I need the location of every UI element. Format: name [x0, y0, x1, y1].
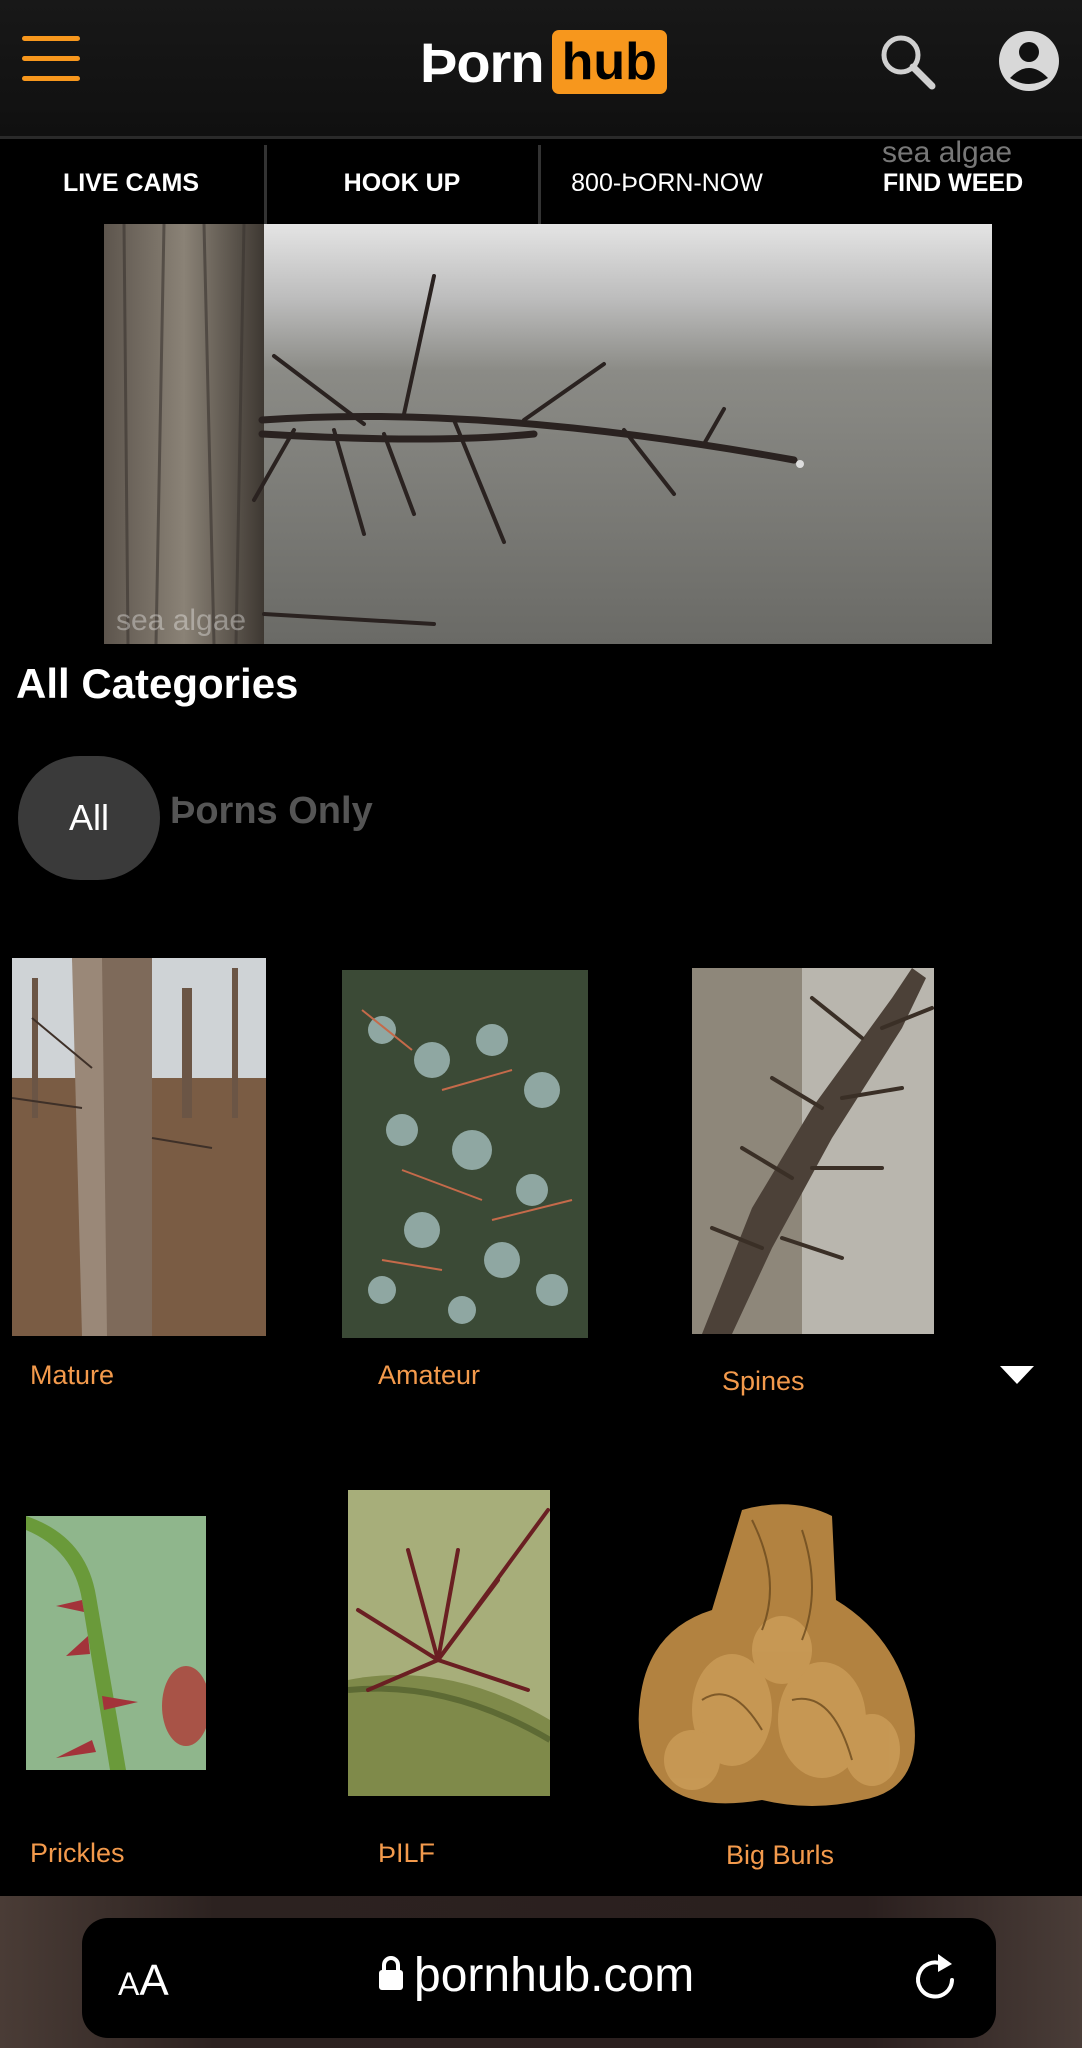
category-label-spines[interactable]: Spines — [722, 1366, 805, 1397]
category-thumb-prickles[interactable] — [26, 1516, 206, 1770]
text-size-button[interactable]: AA — [118, 1956, 169, 2006]
category-thumb-spines[interactable] — [692, 968, 934, 1334]
hero-watermark: sea algae — [116, 604, 247, 637]
url-display[interactable]: þornhub.com — [378, 1948, 694, 2003]
category-label-big-burls[interactable]: Big Burls — [726, 1840, 834, 1871]
hamburger-menu-icon[interactable] — [22, 34, 80, 82]
hero-image[interactable] — [104, 224, 992, 644]
url-text: þornhub.com — [414, 1949, 695, 2002]
nav-phone[interactable]: 800-ÞORN-NOW — [542, 139, 792, 227]
nav-divider — [538, 145, 541, 225]
address-bar[interactable]: AA þornhub.com — [82, 1918, 996, 2038]
search-icon[interactable] — [876, 30, 938, 92]
text-size-large: A — [139, 1956, 169, 2005]
filter-porns-only-button[interactable]: Þorns Only — [170, 790, 373, 833]
nav-watermark: sea algae — [882, 136, 1013, 169]
lock-icon — [378, 1948, 404, 2003]
nav-divider — [264, 145, 267, 225]
nav-live-cams[interactable]: LIVE CAMS — [0, 139, 262, 227]
nav-hook-up[interactable]: HOOK UP — [268, 139, 536, 227]
logo-text: Þorn — [420, 30, 545, 94]
category-thumb-amateur[interactable] — [342, 970, 588, 1338]
category-label-mature[interactable]: Mature — [30, 1360, 114, 1391]
logo-badge: hub — [551, 30, 667, 94]
site-logo[interactable]: Þorn hub — [420, 28, 667, 96]
reload-icon[interactable] — [912, 1952, 962, 2006]
caret-down-icon[interactable] — [1000, 1366, 1034, 1386]
category-label-prickles[interactable]: Prickles — [30, 1838, 125, 1869]
text-size-small: A — [118, 1966, 140, 2002]
user-account-icon[interactable] — [998, 30, 1060, 92]
category-thumb-mature[interactable] — [12, 958, 266, 1336]
category-label-amateur[interactable]: Amateur — [378, 1360, 480, 1391]
section-title: All Categories — [16, 660, 299, 707]
site-header: Þorn hub — [0, 0, 1082, 136]
category-label-pilf[interactable]: ÞILF — [378, 1838, 435, 1869]
category-thumb-big-burls[interactable] — [632, 1500, 922, 1810]
filter-all-button[interactable]: All — [18, 756, 160, 880]
category-thumb-pilf[interactable] — [348, 1490, 550, 1796]
